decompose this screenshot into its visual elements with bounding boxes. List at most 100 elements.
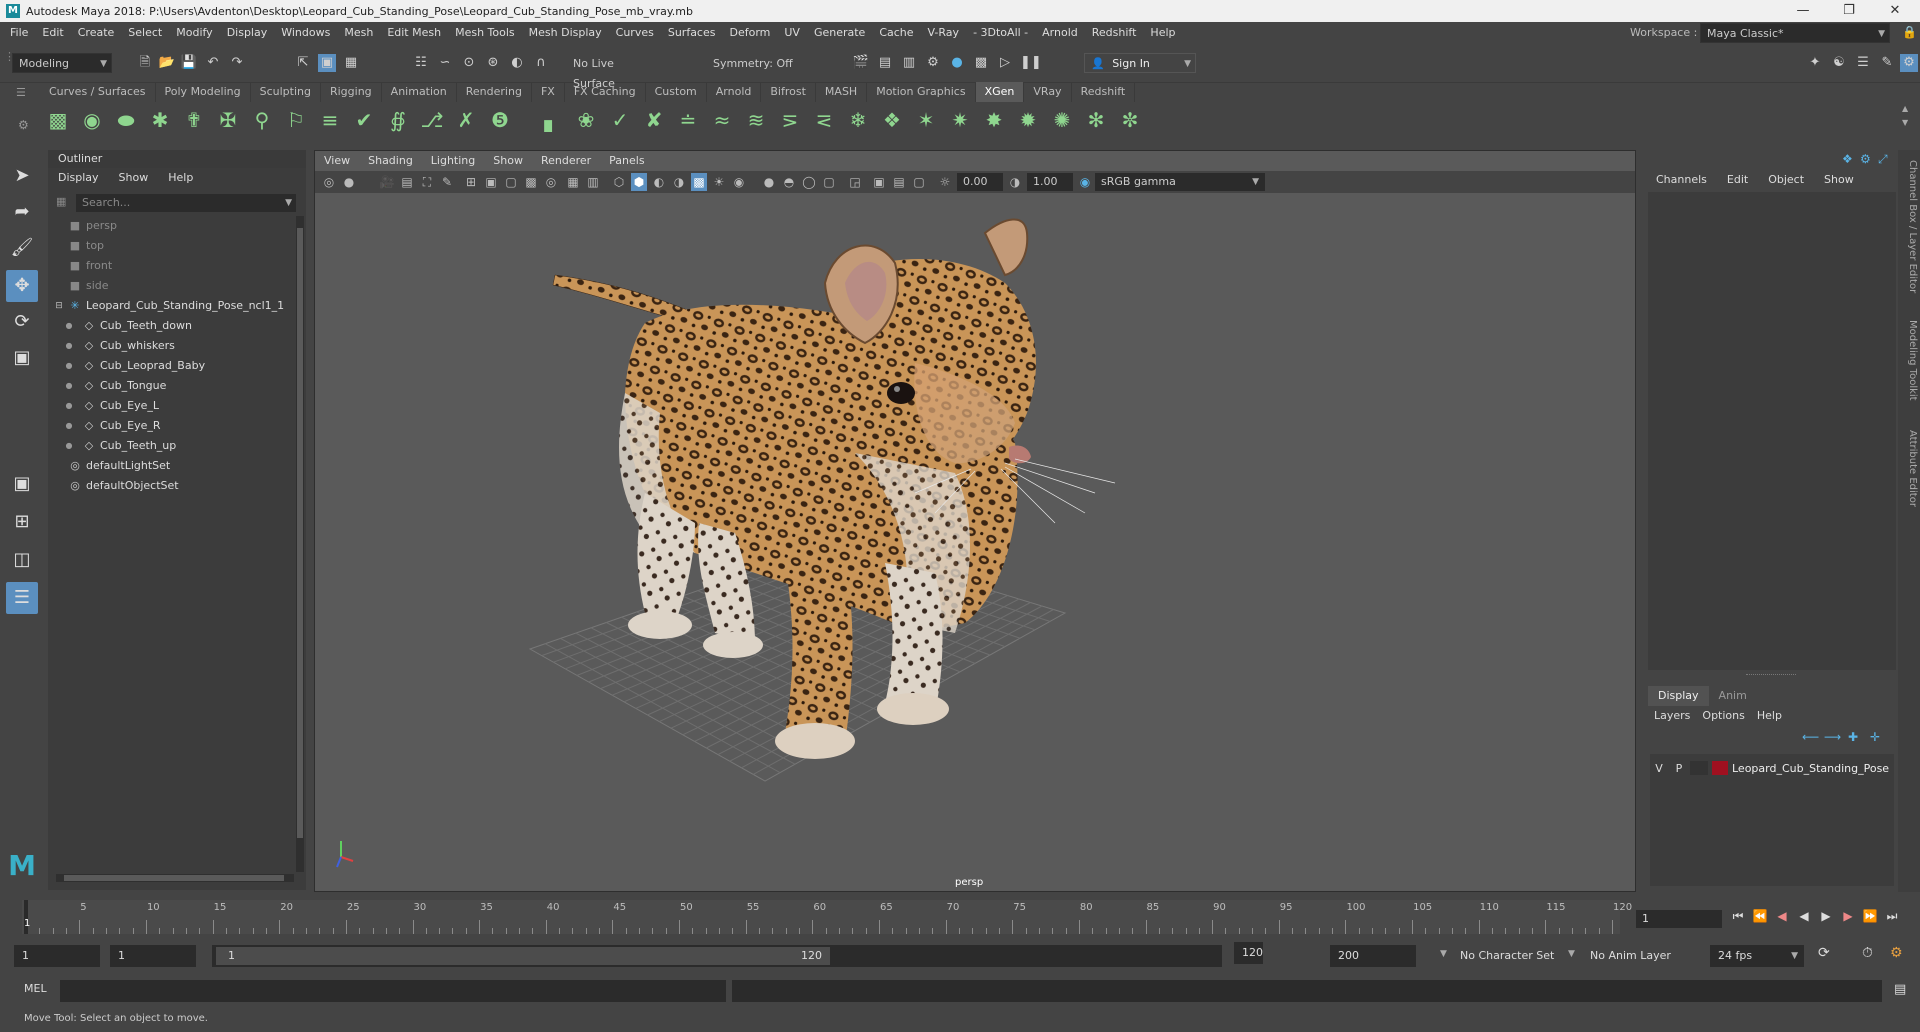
step-back-frame-icon[interactable]: ◀ — [1772, 906, 1792, 926]
menu-arnold[interactable]: Arnold — [1035, 22, 1085, 44]
select-hierarchy-icon[interactable]: ⇱ — [294, 54, 312, 72]
menu-mesh[interactable]: Mesh — [337, 22, 380, 44]
paint-select-tool-icon[interactable]: 🖌 — [6, 232, 38, 264]
layer-menu-layers[interactable]: Layers — [1648, 709, 1696, 722]
outliner-hscroll-thumb[interactable] — [64, 875, 284, 881]
channel-box-icon[interactable]: ⚙ — [1900, 54, 1918, 72]
groom-freeze-icon[interactable]: ❄ — [844, 106, 872, 134]
guide-comb-icon[interactable]: ∯ — [384, 106, 412, 134]
outliner-item[interactable]: ◎ defaultLightSet — [56, 456, 296, 476]
character-controls-icon[interactable]: ☯ — [1830, 54, 1848, 72]
menu-v-ray[interactable]: V-Ray — [921, 22, 967, 44]
menu-mesh-tools[interactable]: Mesh Tools — [448, 22, 522, 44]
open-scene-icon[interactable]: 📂 — [158, 54, 176, 72]
layer-row[interactable]: V P Leopard_Cub_Standing_Pose — [1650, 758, 1894, 778]
menu-curves[interactable]: Curves — [609, 22, 661, 44]
workspace-dropdown[interactable]: Maya Classic* ▼ — [1700, 23, 1890, 43]
xray-components-icon[interactable]: ▤ — [891, 173, 907, 191]
viewport-menu-panels[interactable]: Panels — [600, 151, 653, 171]
shelf-tab-fx-caching[interactable]: FX Caching — [565, 82, 646, 102]
playback-start-field[interactable]: 1 — [110, 945, 196, 967]
gamma-icon[interactable]: ◑ — [1007, 173, 1023, 191]
shadows-icon[interactable]: ☀ — [711, 173, 727, 191]
shelf-scroll-down-icon[interactable]: ▼ — [1902, 118, 1908, 127]
gamma-field[interactable]: 1.00 — [1027, 173, 1073, 191]
guide-cut-icon[interactable]: ✔ — [350, 106, 378, 134]
layer-menu-options[interactable]: Options — [1696, 709, 1750, 722]
tab-attribute-editor[interactable]: Attribute Editor — [1900, 430, 1918, 507]
sculpt-guide-icon[interactable]: ✠ — [214, 106, 242, 134]
four-view-icon[interactable]: ⊞ — [6, 506, 38, 538]
single-view-icon[interactable]: ▣ — [6, 468, 38, 500]
animation-start-field[interactable]: 1 — [14, 945, 100, 967]
groom-length-icon[interactable]: ✓ — [606, 106, 634, 134]
go-to-start-icon[interactable]: ⏮ — [1728, 906, 1748, 926]
channel-menu-channels[interactable]: Channels — [1646, 170, 1717, 190]
attribute-editor-icon[interactable]: ☰ — [1854, 54, 1872, 72]
new-layer-selected-icon[interactable]: ✛ — [1870, 730, 1880, 744]
menu-deform[interactable]: Deform — [722, 22, 777, 44]
outliner-layout-icon[interactable]: ☰ — [6, 582, 38, 614]
groom-grab-icon[interactable]: ✶ — [912, 106, 940, 134]
viewport-menu-lighting[interactable]: Lighting — [422, 151, 484, 171]
step-forward-key-icon[interactable]: ⏩ — [1860, 906, 1880, 926]
shelf-tab-motion-graphics[interactable]: Motion Graphics — [867, 82, 976, 102]
snap-point-icon[interactable]: ⊙ — [460, 54, 478, 72]
groom-brush-icon[interactable]: ▖ — [538, 106, 566, 134]
color-management-icon[interactable]: ◉ — [1077, 173, 1093, 191]
playback-end-field[interactable]: 120 — [1234, 942, 1263, 964]
menu-generate[interactable]: Generate — [807, 22, 872, 44]
outliner-item[interactable]: ■ front — [56, 256, 296, 276]
groom-part-icon[interactable]: ⋜ — [810, 106, 838, 134]
menu-display[interactable]: Display — [220, 22, 275, 44]
select-tool-icon[interactable]: ➤ — [6, 160, 38, 192]
hypershade-icon[interactable]: ● — [948, 54, 966, 72]
add-guide-icon[interactable]: ✟ — [180, 106, 208, 134]
outliner-item[interactable]: ◎ defaultObjectSet — [56, 476, 296, 496]
sign-in-button[interactable]: 👤 Sign In ▼ — [1084, 53, 1196, 73]
expand-dot-icon[interactable]: ● — [62, 316, 76, 336]
menu-cache[interactable]: Cache — [872, 22, 920, 44]
collapse-icon[interactable]: ⊟ — [52, 296, 66, 316]
script-editor-icon[interactable]: ▤ — [1894, 982, 1906, 997]
play-backwards-icon[interactable]: ◀ — [1794, 906, 1814, 926]
guide-lock-icon[interactable]: ⚲ — [248, 106, 276, 134]
groom-cut-icon[interactable]: ✘ — [640, 106, 668, 134]
menu-edit-mesh[interactable]: Edit Mesh — [380, 22, 448, 44]
menu-help[interactable]: Help — [1143, 22, 1182, 44]
guide-length-icon[interactable]: ⚐ — [282, 106, 310, 134]
shelf-tab-bifrost[interactable]: Bifrost — [761, 82, 816, 102]
film-gate-icon[interactable]: ▣ — [483, 173, 499, 191]
shelf-tab-mash[interactable]: MASH — [816, 82, 868, 102]
shelf-settings-icon[interactable]: ⚙ — [18, 118, 29, 132]
close-icon[interactable]: ✕ — [1872, 0, 1918, 22]
place-guides-icon[interactable]: ✱ — [146, 106, 174, 134]
expand-dot-icon[interactable]: ● — [62, 356, 76, 376]
two-view-icon[interactable]: ◫ — [6, 544, 38, 576]
menu-uv[interactable]: UV — [777, 22, 807, 44]
symmetry-dropdown[interactable]: Symmetry: Off — [706, 53, 806, 73]
guide-rebuild-icon[interactable]: ❺ — [486, 106, 514, 134]
vray-ipr-icon[interactable]: ▷ — [996, 54, 1014, 72]
command-language-label[interactable]: MEL — [24, 982, 47, 995]
gate-mask-icon[interactable]: ▩ — [523, 173, 539, 191]
safe-action-icon[interactable]: ▦ — [565, 173, 581, 191]
select-object-icon[interactable]: ▣ — [318, 54, 336, 72]
expand-dot-icon[interactable]: ● — [62, 336, 76, 356]
xray-icon[interactable]: ◲ — [847, 173, 863, 191]
outliner-item[interactable]: ■ side — [56, 276, 296, 296]
lasso-tool-icon[interactable]: ➦ — [6, 196, 38, 228]
groom-curl-icon[interactable]: ✺ — [1048, 106, 1076, 134]
select-component-icon[interactable]: ▦ — [342, 54, 360, 72]
groom-scale-icon[interactable]: ✹ — [1014, 106, 1042, 134]
xgen-editor-icon[interactable]: ▩ — [44, 106, 72, 134]
move-tool-icon[interactable]: ✥ — [6, 270, 38, 302]
shelf-tab-redshift[interactable]: Redshift — [1072, 82, 1136, 102]
groom-comb-icon[interactable]: ≐ — [674, 106, 702, 134]
anti-alias-icon[interactable]: ◓ — [781, 173, 797, 191]
backface-culling-icon[interactable]: ▢ — [911, 173, 927, 191]
motion-blur-icon[interactable]: ● — [761, 173, 777, 191]
camera-select-icon[interactable]: ◎ — [321, 173, 337, 191]
groom-spray-icon[interactable]: ✻ — [1082, 106, 1110, 134]
loop-icon[interactable]: ⟳ — [1818, 945, 1830, 961]
